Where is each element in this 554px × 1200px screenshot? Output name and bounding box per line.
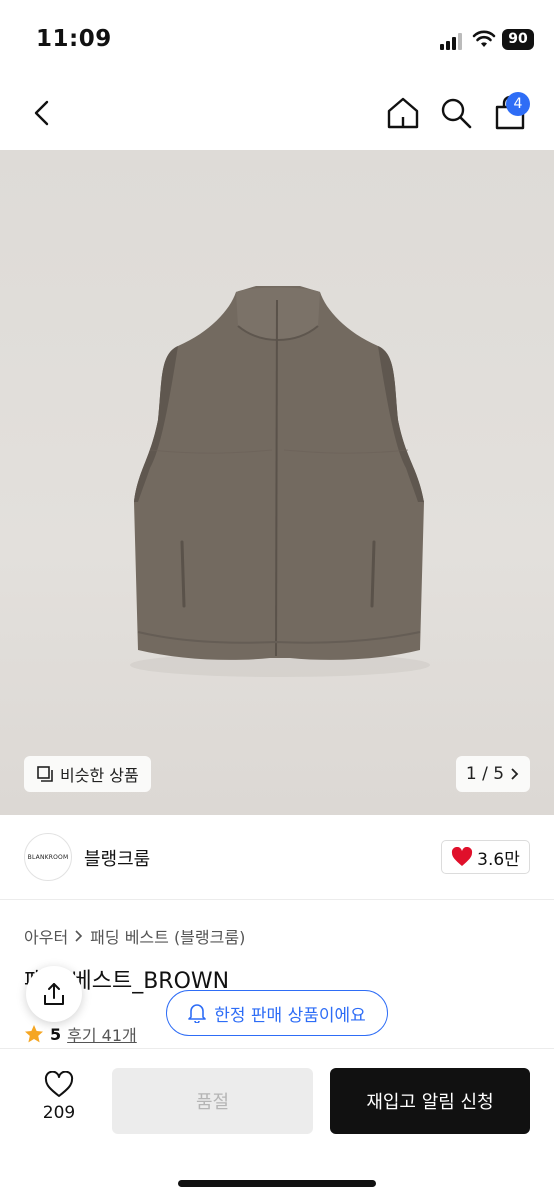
bottom-action-bar: 209 품절 재입고 알림 신청 [0, 1048, 554, 1200]
similar-icon [37, 766, 53, 782]
vest-illustration [130, 286, 430, 677]
limited-sale-notice: 한정 판매 상품이에요 [166, 990, 388, 1036]
back-icon[interactable] [26, 96, 60, 130]
similar-products-button[interactable]: 비슷한 상품 [24, 756, 151, 792]
breadcrumb-item[interactable]: 패딩 베스트 (블랭크룸) [90, 924, 245, 948]
share-icon [44, 983, 64, 1005]
home-icon[interactable] [385, 95, 421, 131]
rating: 5 후기 41개 [24, 1022, 137, 1046]
brand-like-button[interactable]: 3.6만 [441, 840, 530, 874]
breadcrumb: 아우터 패딩 베스트 (블랭크룸) [24, 924, 245, 948]
home-indicator [178, 1180, 376, 1187]
wifi-icon [472, 30, 496, 47]
search-icon[interactable] [438, 95, 474, 131]
battery-indicator: 90 [502, 29, 534, 50]
heart-outline-icon [44, 1071, 74, 1097]
soldout-button: 품절 [112, 1068, 313, 1134]
signal-icon [440, 32, 466, 50]
brand-like-count: 3.6만 [477, 849, 520, 870]
product-image[interactable]: 비슷한 상품 1 / 5 [0, 150, 554, 815]
chevron-right-icon [511, 768, 519, 780]
brand-name[interactable]: 블랭크룸 [84, 845, 150, 871]
share-button[interactable] [26, 966, 82, 1022]
limited-sale-label: 한정 판매 상품이에요 [214, 1005, 366, 1026]
status-bar: 11:09 90 [0, 0, 554, 80]
nav-bar: 4 [0, 80, 554, 150]
reviews-link[interactable]: 후기 41개 [67, 1022, 137, 1046]
bell-icon [188, 1004, 207, 1023]
chevron-right-icon [75, 930, 83, 942]
wishlist-button[interactable]: 209 [32, 1071, 86, 1131]
star-icon [25, 1025, 43, 1043]
breadcrumb-item[interactable]: 아우터 [24, 924, 68, 948]
cart-count-badge: 4 [506, 92, 530, 116]
wishlist-count: 209 [42, 1103, 76, 1123]
brand-logo[interactable]: BLANKROOM [24, 833, 72, 881]
image-pager[interactable]: 1 / 5 [456, 756, 530, 792]
similar-products-label: 비슷한 상품 [60, 766, 139, 785]
image-pager-label: 1 / 5 [465, 764, 505, 784]
heart-icon [452, 847, 473, 866]
brand-logo-text: BLANKROOM [27, 853, 69, 861]
restock-alert-button[interactable]: 재입고 알림 신청 [330, 1068, 530, 1134]
brand-row: BLANKROOM 블랭크룸 3.6만 [0, 816, 554, 900]
rating-score: 5 [50, 1024, 62, 1044]
status-time: 11:09 [36, 26, 112, 52]
